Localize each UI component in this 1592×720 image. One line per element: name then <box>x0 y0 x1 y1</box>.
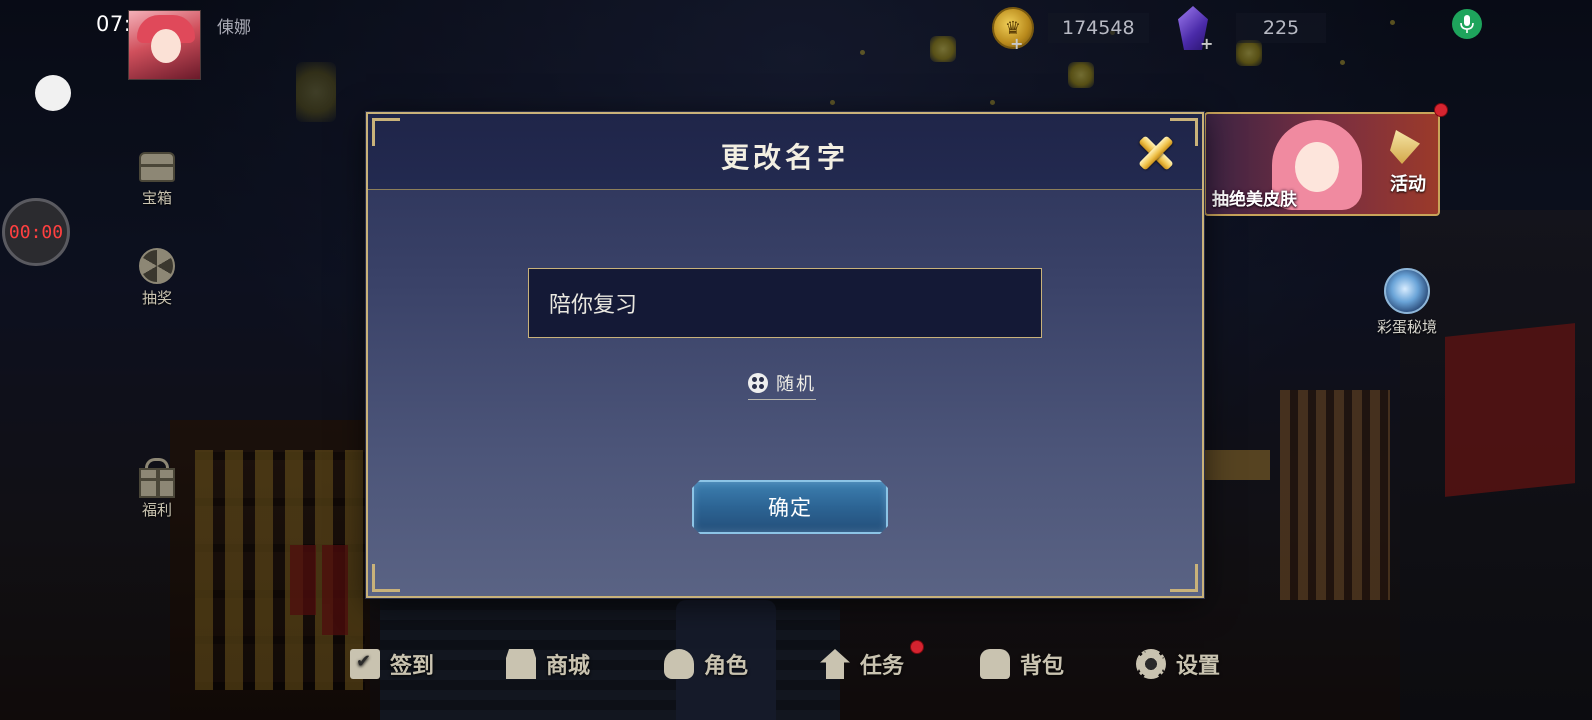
microphone-button[interactable] <box>1452 9 1482 39</box>
gem-amount: 225 <box>1236 13 1326 43</box>
close-button[interactable] <box>1134 132 1176 174</box>
nav-label: 背包 <box>1020 654 1065 679</box>
event-activity-label: 活动 <box>1390 174 1426 195</box>
nav-label: 设置 <box>1176 654 1221 679</box>
event-caption: 抽绝美皮肤 <box>1212 190 1297 210</box>
side-button-chest[interactable]: 宝箱 <box>127 148 187 208</box>
corner-ornament <box>372 564 400 592</box>
side-button-welfare[interactable]: 福利 <box>127 458 187 520</box>
crystal-orb-icon <box>1384 268 1430 314</box>
corner-ornament <box>372 118 400 146</box>
avatar-face <box>151 29 181 63</box>
floating-assist-ball[interactable] <box>35 75 71 111</box>
dialog-header: 更改名字 <box>368 114 1202 190</box>
secret-realm-button[interactable]: 彩蛋秘境 <box>1372 268 1442 337</box>
event-banner[interactable]: 抽绝美皮肤 活动 <box>1204 112 1440 216</box>
side-button-lottery[interactable]: 抽奖 <box>127 248 187 308</box>
random-name-button[interactable]: 随机 <box>748 370 816 400</box>
plus-icon: + <box>1200 34 1214 53</box>
player-name: 倲娜 <box>217 18 251 38</box>
party-popper-icon <box>1390 130 1420 164</box>
nav-label: 商城 <box>546 654 591 679</box>
bottom-nav: 签到 商城 角色 任务 背包 设置 <box>330 640 1250 700</box>
nav-task[interactable]: 任务 <box>820 648 904 680</box>
event-character-face <box>1295 142 1339 192</box>
random-label: 随机 <box>776 374 816 395</box>
nav-label: 任务 <box>860 654 905 679</box>
secret-realm-label: 彩蛋秘境 <box>1376 318 1437 336</box>
gift-bow <box>145 458 169 468</box>
rename-dialog: 更改名字 随机 确定 <box>366 112 1204 598</box>
confirm-button[interactable]: 确定 <box>692 480 888 534</box>
task-icon <box>820 649 850 679</box>
name-input[interactable] <box>528 268 1042 338</box>
side-button-label: 宝箱 <box>141 189 172 207</box>
lottery-icon <box>139 248 175 284</box>
nav-shop[interactable]: 商城 <box>506 648 590 680</box>
backpack-icon <box>980 649 1010 679</box>
side-button-label: 抽奖 <box>141 289 172 307</box>
gift-icon <box>139 468 175 498</box>
avatar[interactable] <box>128 10 201 80</box>
chest-icon <box>139 152 175 182</box>
gold-amount: 174548 <box>1048 13 1149 43</box>
corner-ornament <box>1170 564 1198 592</box>
microphone-icon <box>1460 15 1474 33</box>
record-timer[interactable]: 00:00 <box>2 198 70 266</box>
notification-dot <box>910 640 924 654</box>
plus-icon: + <box>1010 34 1024 53</box>
gold-currency[interactable]: ♛ + 174548 <box>992 7 1149 53</box>
shop-icon <box>506 649 536 679</box>
nav-settings[interactable]: 设置 <box>1136 648 1220 680</box>
side-button-label: 福利 <box>141 501 172 519</box>
settings-icon <box>1136 649 1166 679</box>
nav-backpack[interactable]: 背包 <box>980 648 1064 680</box>
character-icon <box>664 649 694 679</box>
gem-currency[interactable]: + 225 <box>1178 6 1326 53</box>
nav-checkin[interactable]: 签到 <box>350 648 434 680</box>
checkin-icon <box>350 649 380 679</box>
nav-label: 角色 <box>704 654 749 679</box>
dialog-title: 更改名字 <box>720 141 849 174</box>
nav-label: 签到 <box>390 654 435 679</box>
notification-dot <box>1434 103 1448 117</box>
dice-icon <box>748 373 768 393</box>
nav-character[interactable]: 角色 <box>664 648 748 680</box>
